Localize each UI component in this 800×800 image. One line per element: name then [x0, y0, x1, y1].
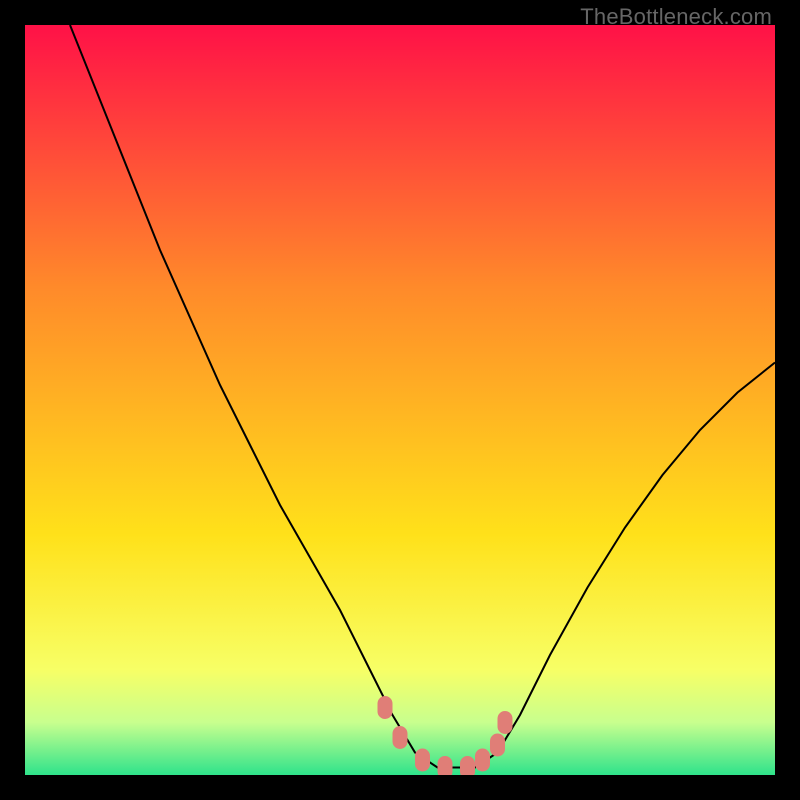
gradient-background [25, 25, 775, 775]
marker-point [461, 757, 475, 776]
marker-point [393, 727, 407, 749]
chart-frame: TheBottleneck.com [0, 0, 800, 800]
marker-point [498, 712, 512, 734]
bottleneck-chart [25, 25, 775, 775]
marker-point [416, 749, 430, 771]
marker-point [476, 749, 490, 771]
plot-area [25, 25, 775, 775]
marker-point [378, 697, 392, 719]
marker-point [491, 734, 505, 756]
marker-point [438, 757, 452, 776]
